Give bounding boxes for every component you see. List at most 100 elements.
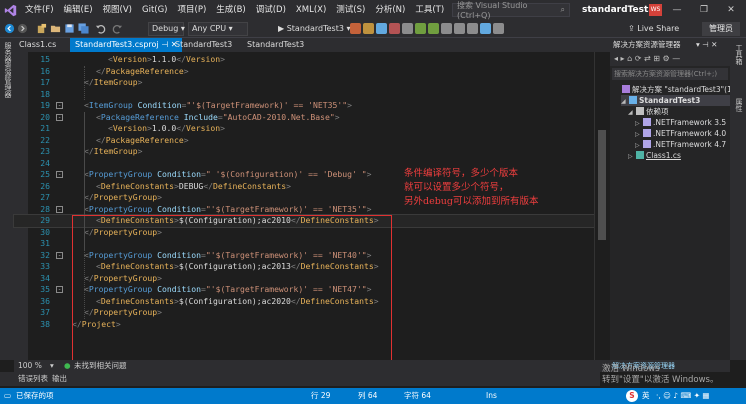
avatar[interactable]: WS <box>649 4 662 16</box>
document-tab[interactable]: StandardTest3 <box>242 38 309 52</box>
format-icon[interactable] <box>402 23 413 34</box>
start-debugging-button[interactable]: ▶ StandardTest3 ▾ <box>278 22 351 36</box>
code-token: > <box>183 65 189 76</box>
collapse-icon[interactable]: - <box>56 205 63 213</box>
line-number: 20 <box>40 111 50 122</box>
visual-studio-logo-icon[interactable] <box>0 0 20 20</box>
tree-item[interactable]: ◢ StandardTest3 <box>621 95 730 106</box>
column-indicator[interactable]: 列 64 <box>358 388 377 404</box>
code-line[interactable]: 16 </PackageReference> <box>14 66 594 78</box>
menu-item[interactable]: 调试(D) <box>251 0 291 20</box>
code-line[interactable]: 22 </PackageReference> <box>14 135 594 147</box>
zoom-dropdown-icon[interactable]: ▾ <box>50 360 54 372</box>
solution-explorer-panel: 解决方案资源管理器 ▾ ⊣ ✕ ◂ ▸ ⌂ ⟳ ⇄ ⊞ ⚙ — 搜索解决方案资源… <box>610 38 746 372</box>
error-list-tab[interactable]: 错误列表 <box>18 372 48 386</box>
menu-item[interactable]: 项目(P) <box>173 0 212 20</box>
ime-logo-icon[interactable]: S <box>626 390 638 402</box>
tree-item[interactable]: ▷ .NETFramework 3.5 <box>635 117 730 128</box>
redo-icon[interactable] <box>112 23 123 34</box>
document-tab[interactable]: StandardTest3.csproj ⊣ ✕ <box>70 38 183 52</box>
menu-item[interactable]: Git(G) <box>137 0 173 20</box>
comment-icon[interactable] <box>415 23 426 34</box>
menu-item[interactable]: 视图(V) <box>98 0 137 20</box>
minimize-icon[interactable]: — <box>666 0 688 20</box>
scrollbar-thumb[interactable] <box>598 130 606 240</box>
code-token: </ <box>96 134 106 145</box>
menu-item[interactable]: 编辑(E) <box>59 0 98 20</box>
issues-status[interactable]: 未找到相关问题 <box>74 360 127 372</box>
expand-arrow-icon[interactable]: ▷ <box>628 151 636 162</box>
platform-dropdown[interactable]: Any CPU ▾ <box>188 22 248 36</box>
indent-icon[interactable] <box>480 23 491 34</box>
char-indicator[interactable]: 字符 64 <box>404 388 431 404</box>
menu-item[interactable]: XML(X) <box>291 0 331 20</box>
document-tabs: Class1.cs StandardTest3.csproj ⊣ ✕ Standar… <box>14 38 610 52</box>
tree-item[interactable]: ▷ Class1.cs <box>628 150 730 161</box>
solution-icon <box>622 85 630 93</box>
open-folder-icon[interactable] <box>50 23 61 34</box>
new-project-icon[interactable] <box>36 23 47 34</box>
code-line[interactable]: 23 </ItemGroup> <box>14 146 594 158</box>
toolbox-tab[interactable]: 工具箱 <box>734 44 744 65</box>
code-line[interactable]: 15 <Version>1.1.0</Version> <box>14 54 594 66</box>
tree-item[interactable]: ▷ .NETFramework 4.7 <box>635 139 730 150</box>
menu-item[interactable]: 工具(T) <box>410 0 449 20</box>
undo-icon[interactable] <box>95 23 106 34</box>
line-indicator[interactable]: 行 29 <box>311 388 330 404</box>
search-input[interactable]: 搜索 Visual Studio (Ctrl+Q) ⌕ <box>452 1 570 20</box>
document-tab[interactable]: Class1.cs <box>14 38 61 52</box>
editor-vertical-scrollbar[interactable] <box>594 52 608 360</box>
ime-language[interactable]: 英 <box>642 388 650 404</box>
menu-item[interactable]: 测试(S) <box>331 0 370 20</box>
pin-icon[interactable]: ▾ ⊣ ✕ <box>696 38 717 52</box>
restore-icon[interactable]: ❐ <box>693 0 715 20</box>
breakpoint-icon[interactable] <box>389 23 400 34</box>
menu-item[interactable]: 分析(N) <box>370 0 410 20</box>
close-icon[interactable]: ✕ <box>720 0 742 20</box>
tree-item[interactable]: ▷ .NETFramework 4.0 <box>635 128 730 139</box>
tree-item-label: .NETFramework 4.7 <box>653 140 727 149</box>
save-all-icon[interactable] <box>78 23 89 34</box>
server-explorer-tab[interactable]: 服务器资源管理器 <box>3 42 13 98</box>
configuration-dropdown[interactable]: Debug ▾ <box>148 22 185 36</box>
hot-reload-icon[interactable] <box>350 23 361 34</box>
live-share-button[interactable]: ⇪ Live Share <box>628 22 679 36</box>
collapse-icon[interactable]: - <box>56 251 63 259</box>
insert-mode[interactable]: Ins <box>486 388 497 404</box>
next-bookmark-icon[interactable] <box>467 23 478 34</box>
collapse-icon[interactable]: - <box>56 102 63 109</box>
back-icon[interactable] <box>4 23 15 34</box>
code-line[interactable]: 19- <ItemGroup Condition="'$(TargetFramew… <box>14 100 594 112</box>
save-icon[interactable] <box>64 23 75 34</box>
collapse-icon[interactable]: - <box>56 286 63 293</box>
ime-tools-icon[interactable]: ·, ☺ ♪ ⌨ ✦ ▦ <box>656 388 710 404</box>
bookmark-icon[interactable] <box>441 23 452 34</box>
prev-bookmark-icon[interactable] <box>454 23 465 34</box>
code-line[interactable]: 17 </ItemGroup> <box>14 77 594 89</box>
code-line[interactable]: 21 <Version>1.0.0</Version> <box>14 123 594 135</box>
line-number: 33 <box>40 261 50 271</box>
document-tab[interactable]: StandardTest3 <box>170 38 237 52</box>
forward-icon[interactable] <box>17 23 28 34</box>
uncomment-icon[interactable] <box>428 23 439 34</box>
zoom-level[interactable]: 100 % <box>18 360 42 372</box>
tree-item[interactable]: ◢ 依赖项 <box>628 106 730 117</box>
menu-item[interactable]: 生成(B) <box>211 0 250 20</box>
tree-item[interactable]: 解决方案 "standardTest3"(1 个项 <box>614 84 746 95</box>
code-editor[interactable]: 15 <Version>1.1.0</Version> 16 </PackageRef… <box>13 52 608 366</box>
code-line[interactable]: 18 <box>14 89 594 101</box>
code-line[interactable]: 20- <PackageReference Include="AutoCAD-20… <box>14 112 594 124</box>
collapse-icon[interactable]: - <box>56 113 63 121</box>
admin-badge[interactable]: 管理员 <box>702 22 740 36</box>
solution-search-input[interactable]: 搜索解决方案资源管理器(Ctrl+;) <box>612 68 728 80</box>
find-icon[interactable] <box>493 23 504 34</box>
code-token: ItemGroup <box>93 77 138 87</box>
menu-item[interactable]: 文件(F) <box>20 0 59 20</box>
browser-icon[interactable] <box>363 23 374 34</box>
step-icon[interactable] <box>376 23 387 34</box>
output-tab[interactable]: 输出 <box>52 372 67 386</box>
code-token: ItemGroup <box>88 100 138 110</box>
properties-tab[interactable]: 属性 <box>734 98 744 112</box>
collapse-icon[interactable]: - <box>56 171 63 178</box>
solution-toolbar-icons[interactable]: ◂ ▸ ⌂ ⟳ ⇄ ⊞ ⚙ — <box>614 54 680 63</box>
